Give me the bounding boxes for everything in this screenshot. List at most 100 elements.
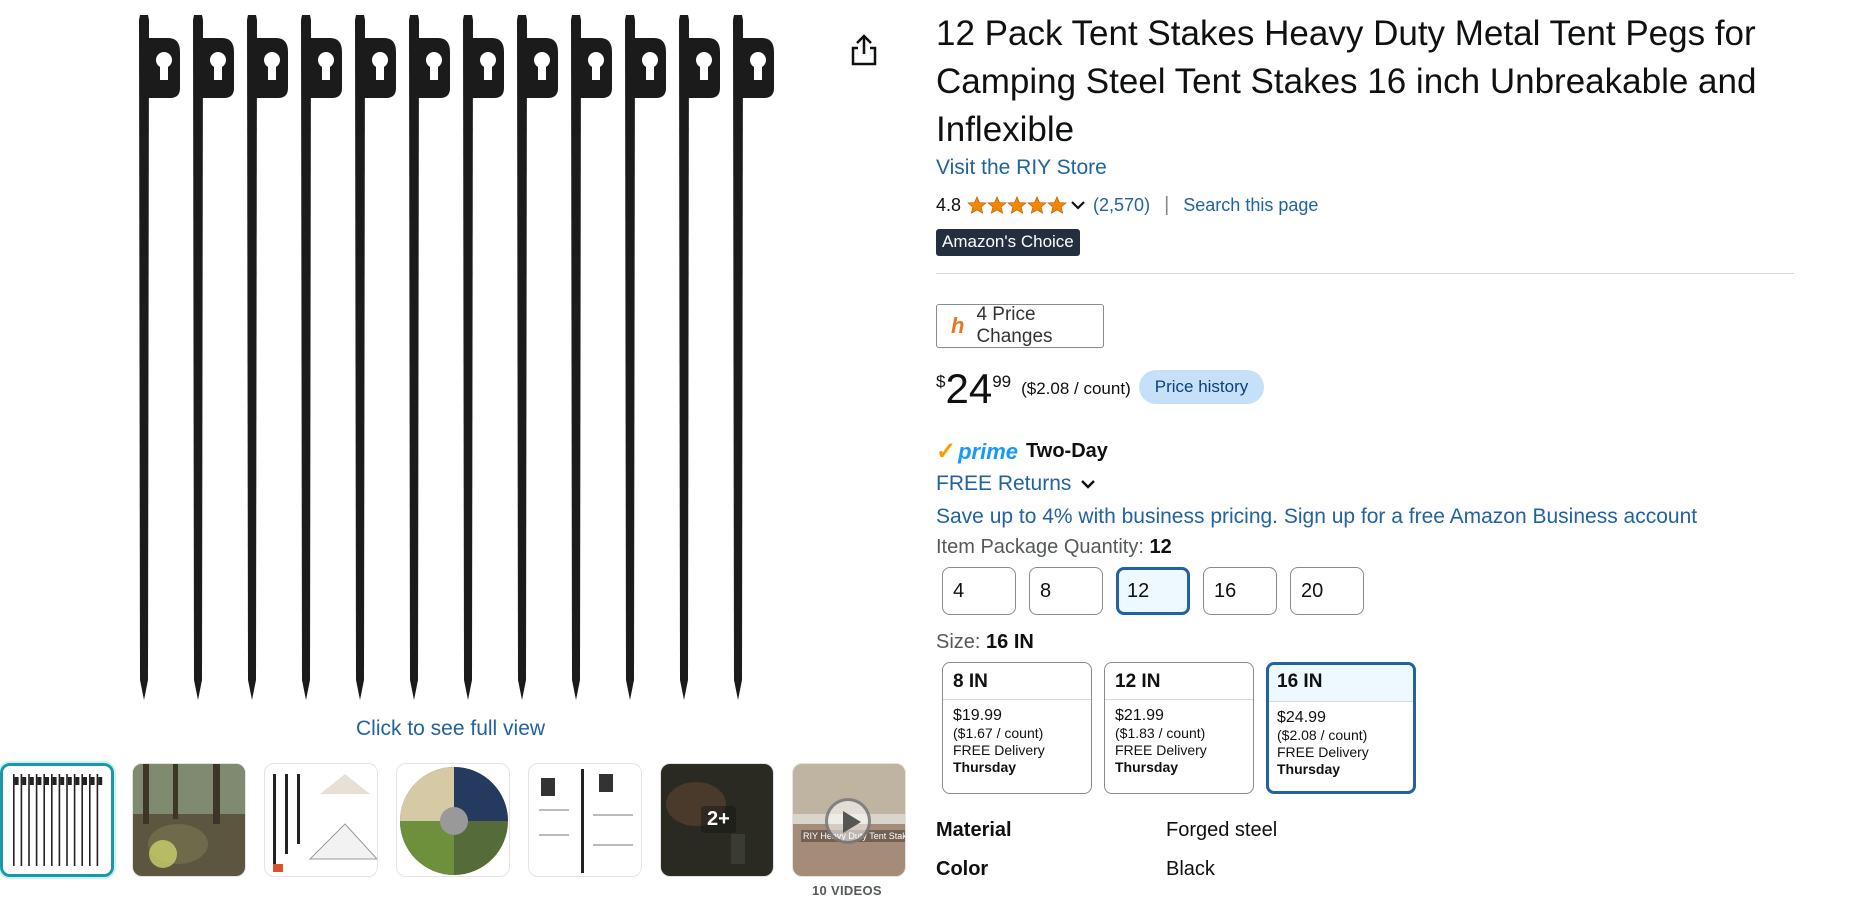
thumbnail-stake bbox=[58, 774, 61, 866]
price-currency: $ bbox=[936, 372, 946, 391]
tent-stake bbox=[625, 15, 666, 700]
prime-row: ✓ prime Two-Day bbox=[936, 437, 1108, 466]
thumbnail-stake-hook bbox=[90, 777, 95, 785]
size-option-delivery: FREE Delivery bbox=[1115, 742, 1207, 758]
tent-stake bbox=[247, 15, 288, 700]
chevron-down-icon bbox=[1081, 480, 1096, 489]
quantity-selected: 12 bbox=[1149, 536, 1172, 558]
honey-icon: h bbox=[951, 313, 965, 338]
thumbnail-video[interactable]: RIY Heavy Duty Tent Stakes bbox=[792, 763, 906, 877]
tent-stake bbox=[355, 15, 396, 700]
price-changes-label: 4 Price Changes bbox=[976, 304, 1053, 347]
quantity-option-8[interactable]: 8 bbox=[1029, 567, 1103, 615]
business-pricing-link[interactable]: Save up to 4% with business pricing. Sig… bbox=[936, 505, 1697, 529]
separator: | bbox=[1164, 193, 1170, 216]
thumbnail-stake bbox=[66, 774, 68, 866]
size-option-price: $19.99 bbox=[953, 707, 1002, 724]
size-option-delivery: FREE Delivery bbox=[953, 742, 1045, 758]
star-icon bbox=[1007, 196, 1027, 214]
quantity-option-16[interactable]: 16 bbox=[1203, 567, 1277, 615]
divider bbox=[936, 273, 1794, 274]
thumbnail-stake bbox=[20, 774, 23, 866]
size-selected: 16 IN bbox=[986, 631, 1034, 653]
videos-count-label: 10 VIDEOS bbox=[812, 883, 882, 898]
thumbnail-stake-hook bbox=[98, 777, 103, 785]
quantity-option-20[interactable]: 20 bbox=[1290, 567, 1364, 615]
thumbnail-stakes-image bbox=[3, 766, 111, 874]
tent-stake bbox=[463, 15, 504, 700]
size-option-unit: ($2.08 / count) bbox=[1277, 727, 1368, 743]
spec-key-material: Material bbox=[936, 819, 1012, 841]
thumbnail-stake-hook bbox=[83, 777, 87, 785]
star-icon bbox=[987, 196, 1007, 214]
price-changes-button[interactable]: h 4 Price Changes bbox=[936, 304, 1104, 348]
share-icon bbox=[851, 34, 877, 66]
thumbnail-stake-hook bbox=[75, 777, 80, 785]
size-option-name: 16 IN bbox=[1269, 665, 1413, 702]
thumbnail-5[interactable] bbox=[528, 763, 642, 877]
thumbnail-2[interactable] bbox=[132, 763, 246, 877]
tent-stake bbox=[193, 15, 234, 700]
thumbnail-stake bbox=[96, 774, 99, 866]
thumbnail-stake-hook bbox=[67, 777, 72, 785]
store-link[interactable]: Visit the RIY Store bbox=[936, 156, 1107, 180]
spec-value-color: Black bbox=[1166, 858, 1215, 880]
main-product-image[interactable] bbox=[120, 10, 790, 710]
rating-value: 4.8 bbox=[936, 194, 962, 215]
thumbnail-1[interactable] bbox=[0, 763, 114, 877]
star-icon bbox=[1047, 196, 1067, 214]
thumbnail-forest-image bbox=[133, 764, 245, 876]
chevron-down-icon[interactable] bbox=[1069, 196, 1087, 214]
tent-stake bbox=[409, 15, 450, 700]
thumbnail-stake-hook bbox=[22, 777, 27, 785]
price-row: $ 24 99 ($2.08 / count) Price history bbox=[936, 365, 1265, 412]
thumbnail-3[interactable] bbox=[264, 763, 378, 877]
spec-value-material: Forged steel bbox=[1166, 819, 1278, 841]
thumbnail-stake bbox=[73, 774, 76, 866]
thumbnail-stake-hook bbox=[52, 777, 57, 785]
price-whole: 24 bbox=[945, 365, 993, 412]
size-label-text: Size: bbox=[936, 631, 981, 653]
product-title: 12 Pack Tent Stakes Heavy Duty Metal Ten… bbox=[936, 14, 1757, 149]
prime-check-icon: ✓ bbox=[936, 438, 957, 465]
price-history-button[interactable]: Price history bbox=[1138, 370, 1265, 404]
rating-row: 4.8 (2,570) | Search this page bbox=[936, 193, 1318, 217]
size-option-price: $21.99 bbox=[1115, 707, 1164, 724]
tent-stake bbox=[733, 15, 774, 700]
thumbnail-stake bbox=[13, 774, 15, 866]
prime-logo: prime bbox=[958, 438, 1019, 464]
size-option-day: Thursday bbox=[1277, 761, 1341, 777]
play-icon bbox=[825, 798, 871, 844]
tent-stake bbox=[517, 15, 558, 700]
size-option-8in[interactable]: 8 IN $19.99 ($1.67 / count) FREE Deliver… bbox=[942, 662, 1092, 794]
amazons-choice-badge: Amazon's Choice bbox=[936, 229, 1080, 256]
free-returns-label: FREE Returns bbox=[936, 472, 1072, 495]
size-option-16in[interactable]: 16 IN $24.99 ($2.08 / count) FREE Delive… bbox=[1266, 662, 1416, 794]
tent-stake bbox=[301, 15, 342, 700]
size-option-unit: ($1.83 / count) bbox=[1115, 725, 1206, 741]
thumbnail-stake bbox=[89, 774, 91, 866]
free-returns-link[interactable]: FREE Returns bbox=[936, 472, 1099, 496]
star-rating[interactable] bbox=[967, 196, 1067, 214]
thumbnail-stake bbox=[35, 774, 38, 866]
thumbnail-stake-hook bbox=[14, 777, 19, 785]
thumbnail-diagram-image bbox=[529, 764, 641, 876]
size-option-price: $24.99 bbox=[1277, 709, 1326, 726]
quantity-label-text: Item Package Quantity: bbox=[936, 536, 1144, 558]
quantity-option-4[interactable]: 4 bbox=[942, 567, 1016, 615]
thumbnail-stake-hook bbox=[37, 777, 42, 785]
thumbnail-stake bbox=[81, 774, 83, 866]
quantity-option-12[interactable]: 12 bbox=[1116, 567, 1190, 615]
star-icon bbox=[967, 196, 987, 214]
size-option-12in[interactable]: 12 IN $21.99 ($1.83 / count) FREE Delive… bbox=[1104, 662, 1254, 794]
review-count-link[interactable]: (2,570) bbox=[1093, 195, 1150, 216]
search-page-link[interactable]: Search this page bbox=[1183, 195, 1318, 216]
share-button[interactable] bbox=[846, 30, 882, 70]
full-view-link[interactable]: Click to see full view bbox=[356, 717, 545, 741]
thumbnail-4[interactable] bbox=[396, 763, 510, 877]
thumbnail-stake-hook bbox=[45, 777, 49, 785]
unit-price: ($2.08 / count) bbox=[1021, 379, 1131, 398]
price-fraction: 99 bbox=[992, 372, 1012, 391]
thumbnail-6-more[interactable]: 2+ bbox=[660, 763, 774, 877]
more-count-label: 2+ bbox=[701, 806, 736, 833]
